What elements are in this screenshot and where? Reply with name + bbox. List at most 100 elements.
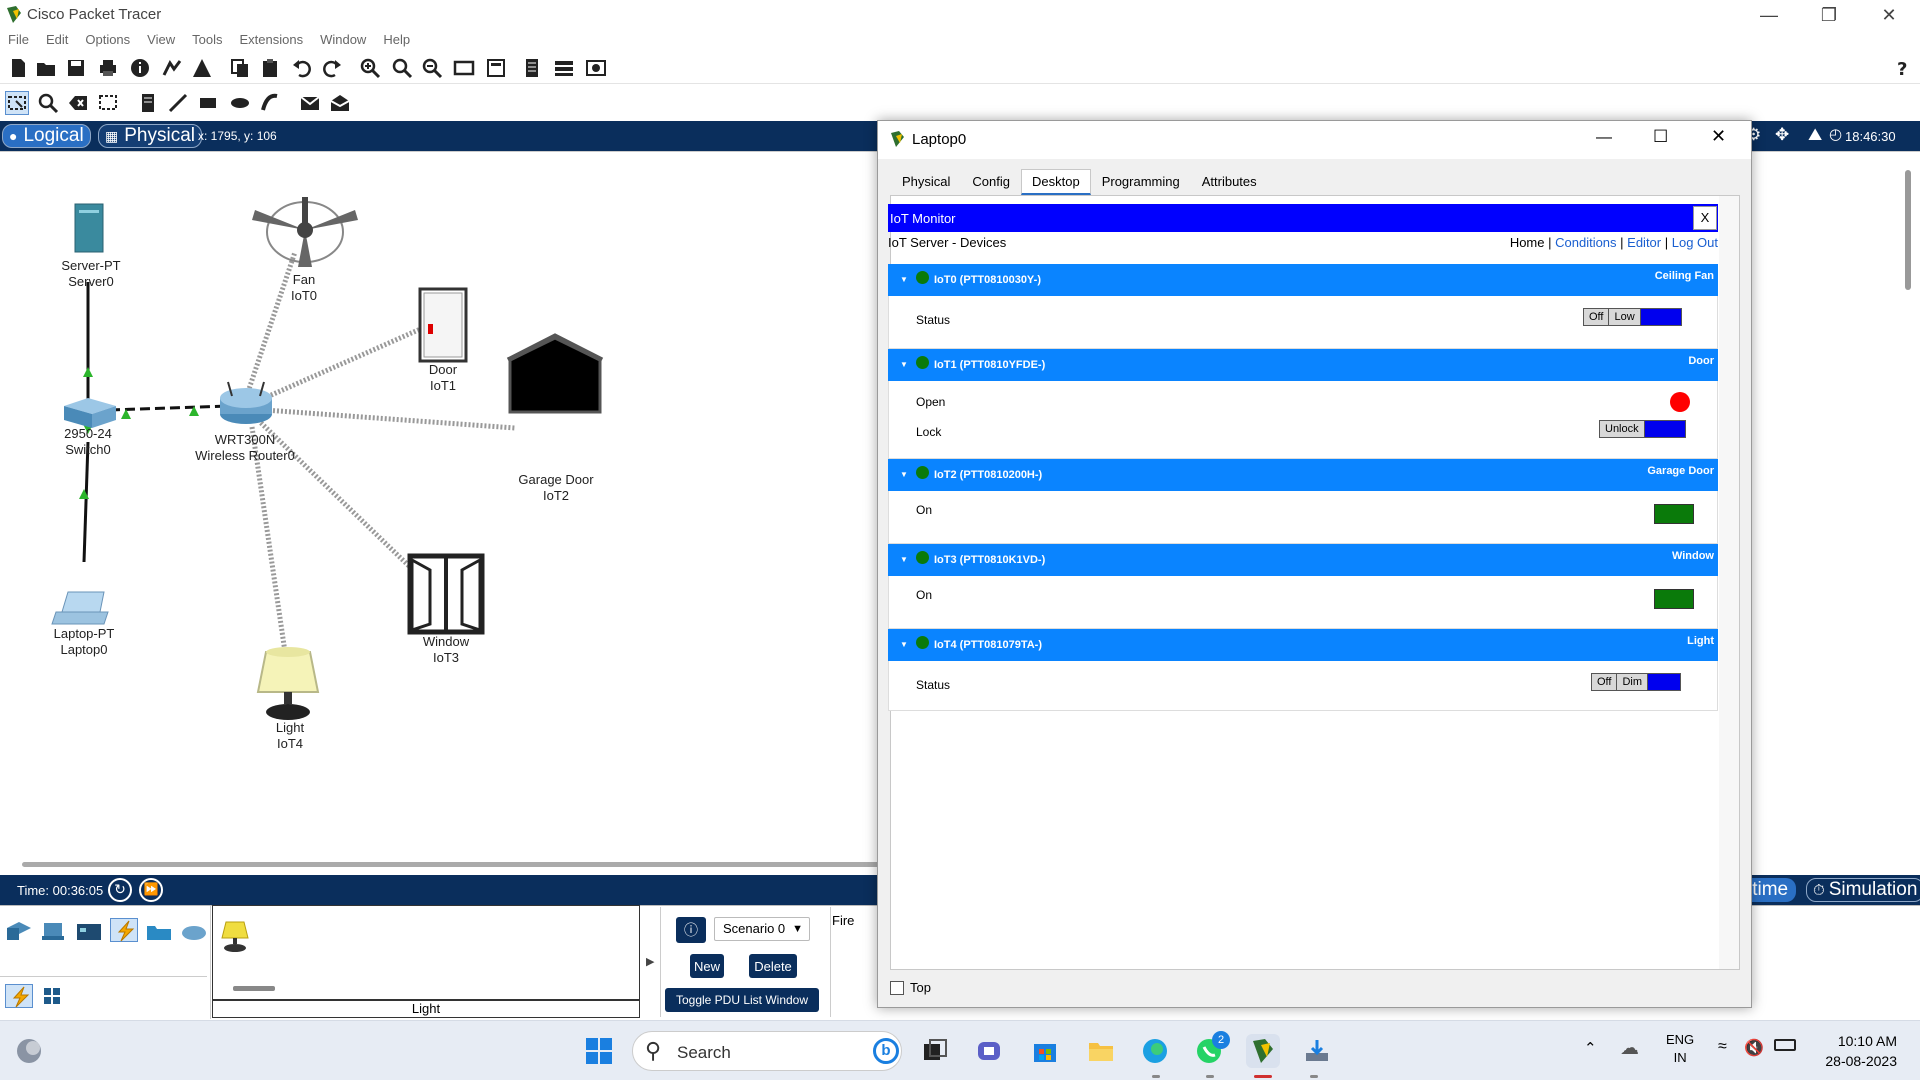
battery-icon[interactable] [1774,1039,1796,1051]
window-close-icon[interactable]: ✕ [1711,126,1726,147]
device-list-scrollbar[interactable] [233,986,275,991]
installer-icon[interactable] [1300,1034,1334,1068]
tab-programming[interactable]: Programming [1091,169,1191,195]
tab-config[interactable]: Config [961,169,1021,195]
window-on-indicator[interactable] [1654,589,1694,609]
resize-icon[interactable] [96,91,120,115]
zoom-in-icon[interactable] [358,56,382,80]
multiuser-icon[interactable] [180,920,208,944]
inspect-icon[interactable] [36,91,60,115]
activity-wizard-icon[interactable] [190,56,214,80]
light-device-icon[interactable] [218,918,252,957]
custom-device-icon[interactable] [484,56,508,80]
paste-icon[interactable] [258,56,282,80]
copy-icon[interactable] [228,56,252,80]
iot-device-header[interactable]: ▼ IoT2 (PTT0810200H-) Garage Door [888,459,1718,491]
end-devices-icon[interactable] [40,920,68,944]
select-icon[interactable] [5,91,29,115]
checkbox-box[interactable] [890,980,904,995]
tab-physical[interactable]: Physical [891,169,961,195]
new-file-icon[interactable] [6,56,30,80]
cluster-icon[interactable] [552,56,576,80]
network-devices-icon[interactable] [5,920,33,944]
volume-muted-icon[interactable]: 🔇 [1744,1038,1764,1058]
teams-icon[interactable] [972,1034,1006,1068]
workspace-horizontal-scrollbar[interactable] [22,862,882,867]
window-minimize-icon[interactable]: — [1596,129,1612,147]
show-hidden-icons-chevron-icon[interactable]: ⌃ [1584,1039,1597,1057]
laptop-window-titlebar[interactable]: Laptop0 — ☐ ✕ [878,121,1751,159]
nav-conditions[interactable]: Conditions [1555,235,1616,250]
always-on-top-checkbox[interactable]: Top [890,980,931,995]
fan-off-button[interactable]: Off [1584,309,1610,325]
menu-tools[interactable]: Tools [192,30,222,50]
print-icon[interactable] [96,56,120,80]
edge-icon[interactable] [1138,1034,1172,1068]
logical-mode-button[interactable]: ● Logical [2,124,91,148]
fast-forward-icon[interactable]: ⏩ [139,878,163,902]
light-dim-button[interactable]: Dim [1617,674,1649,690]
zoom-out-icon[interactable] [420,56,444,80]
iot-close-button[interactable]: X [1693,206,1717,230]
taskbar-search[interactable]: ⚲ Search b [632,1031,902,1071]
scenario-select[interactable]: Scenario 0 ▼ [714,917,810,941]
menu-extensions[interactable]: Extensions [239,30,303,50]
workspace-vertical-scrollbar[interactable] [1905,170,1911,290]
redo-icon[interactable] [320,56,344,80]
camera-icon[interactable] [584,56,608,80]
misc-icon[interactable] [145,920,173,944]
bing-icon[interactable]: b [873,1038,899,1064]
open-folder-icon[interactable] [34,56,58,80]
undo-icon[interactable] [290,56,314,80]
iot-device-header[interactable]: ▼ IoT3 (PTT0810K1VD-) Window [888,544,1718,576]
unlock-button[interactable]: Unlock [1600,421,1645,437]
help-icon[interactable]: ? [1890,56,1914,80]
onedrive-cloud-icon[interactable]: ☁ [1620,1037,1639,1060]
drawing-palette-icon[interactable] [452,56,476,80]
garage-on-indicator[interactable] [1654,504,1694,524]
fan-low-button[interactable]: Low [1609,309,1641,325]
draw-rectangle-icon[interactable] [196,91,220,115]
iot-device-header[interactable]: ▼ IoT1 (PTT0810YFDE-) Door [888,349,1718,381]
start-icon[interactable] [582,1034,616,1068]
toggle-pdu-list-button[interactable]: Toggle PDU List Window [665,988,819,1012]
add-complex-pdu-icon[interactable] [328,91,352,115]
notes-icon[interactable] [520,56,544,80]
nav-logout[interactable]: Log Out [1672,235,1718,250]
taskbar-clock[interactable]: 10:10 AM 28-08-2023 [1805,1031,1897,1071]
menu-options[interactable]: Options [85,30,130,50]
panel-expand-icon[interactable]: ▶ [646,955,654,968]
menu-file[interactable]: File [8,30,29,50]
new-scenario-button[interactable]: New [690,954,724,978]
close-icon[interactable]: ✕ [1866,0,1912,30]
iot-device-header[interactable]: ▼ IoT0 (PTT0810030Y-) Ceiling Fan [888,264,1718,296]
background-image-icon[interactable]: ⛰ [1808,125,1822,145]
connection-auto-icon[interactable] [5,984,33,1008]
add-simple-pdu-icon[interactable] [298,91,322,115]
file-explorer-icon[interactable] [1084,1034,1118,1068]
tab-desktop[interactable]: Desktop [1021,169,1091,195]
menu-window[interactable]: Window [320,30,366,50]
task-view-icon[interactable] [918,1034,952,1068]
place-note-icon[interactable] [136,91,160,115]
zoom-reset-icon[interactable] [390,56,414,80]
restore-icon[interactable]: ❐ [1806,0,1852,30]
window-maximize-icon[interactable]: ☐ [1653,127,1668,147]
power-cycle-icon[interactable]: ↻ [108,878,132,902]
physical-mode-button[interactable]: ▦ Physical [98,124,202,148]
components-icon[interactable] [75,920,103,944]
minimize-icon[interactable]: — [1746,0,1792,30]
freeform-icon[interactable] [258,91,282,115]
content-scrollbar[interactable] [1719,196,1739,969]
grid-view-icon[interactable] [42,986,70,1010]
tab-attributes[interactable]: Attributes [1191,169,1268,195]
wifi-icon[interactable]: ≈ [1718,1038,1727,1056]
menu-help[interactable]: Help [383,30,410,50]
info-icon[interactable] [128,56,152,80]
draw-ellipse-icon[interactable] [228,91,252,115]
delete-scenario-button[interactable]: Delete [749,954,797,978]
store-icon[interactable] [1028,1034,1062,1068]
scenario-info-icon[interactable]: ⓘ [676,917,706,943]
nav-home[interactable]: Home [1510,235,1545,250]
simulation-mode-button[interactable]: ⏱ Simulation [1806,878,1920,902]
